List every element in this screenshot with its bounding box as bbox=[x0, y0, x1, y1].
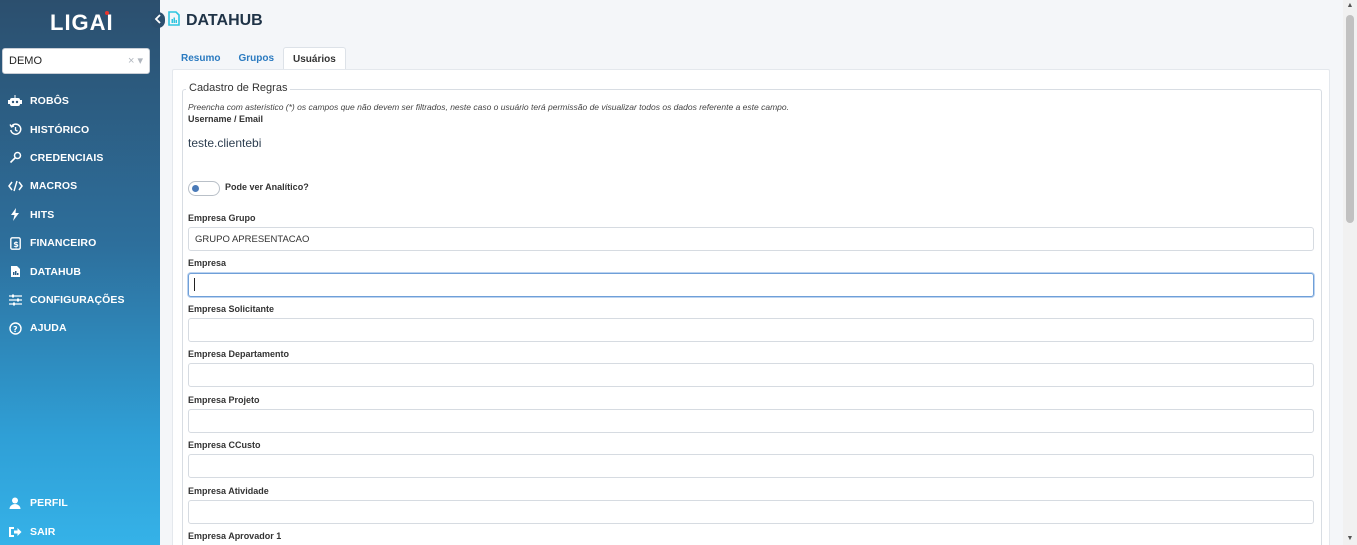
field-label: Empresa Departamento bbox=[188, 349, 290, 359]
scroll-thumb[interactable] bbox=[1346, 15, 1354, 223]
sidebar-item-financeiro[interactable]: $ FINANCEIRO bbox=[0, 229, 160, 257]
sidebar-item-perfil[interactable]: PERFIL bbox=[0, 489, 160, 517]
username-label: Username / Email bbox=[188, 114, 264, 124]
sidebar-item-robos[interactable]: ROBÔS bbox=[0, 87, 160, 115]
svg-text:?: ? bbox=[13, 325, 18, 334]
field-label: Empresa Aprovador 1 bbox=[188, 531, 282, 541]
sidebar-item-label: SAIR bbox=[30, 525, 56, 538]
sidebar-item-label: HISTÓRICO bbox=[30, 123, 90, 136]
empresa-input[interactable] bbox=[188, 273, 1314, 297]
organization-select-value: DEMO bbox=[9, 55, 42, 67]
username-value: teste.clientebi bbox=[188, 136, 262, 150]
content-card: Cadastro de Regras Preencha com asterist… bbox=[172, 69, 1330, 545]
sidebar-item-label: FINANCEIRO bbox=[30, 237, 97, 250]
sidebar-item-hits[interactable]: HITS bbox=[0, 201, 160, 229]
bolt-icon bbox=[5, 208, 25, 222]
page-title: DATAHUB bbox=[186, 12, 263, 29]
field-label: Empresa Atividade bbox=[188, 486, 269, 496]
sidebar-item-label: HITS bbox=[30, 208, 55, 221]
form-note: Preencha com asteristico (*) os campos q… bbox=[188, 102, 789, 112]
sidebar-item-label: PERFIL bbox=[30, 497, 68, 510]
sidebar-item-label: DATAHUB bbox=[30, 265, 82, 278]
tab-grupos[interactable]: Grupos bbox=[229, 47, 283, 70]
empresa-departamento-input[interactable] bbox=[188, 363, 1314, 387]
clear-icon[interactable]: × bbox=[128, 55, 134, 67]
text-caret bbox=[194, 278, 195, 291]
empresa-projeto-input[interactable] bbox=[188, 409, 1314, 433]
code-icon bbox=[5, 180, 25, 192]
sidebar-item-credenciais[interactable]: CREDENCIAIS bbox=[0, 144, 160, 172]
key-icon bbox=[5, 151, 25, 164]
field-label: Empresa Grupo bbox=[188, 213, 256, 223]
robot-icon bbox=[5, 95, 25, 107]
analytic-toggle-label: Pode ver Analítico? bbox=[225, 182, 309, 192]
history-icon bbox=[5, 123, 25, 136]
logout-icon bbox=[5, 526, 25, 538]
collapse-sidebar-button[interactable] bbox=[151, 12, 165, 28]
datahub-icon bbox=[168, 11, 180, 31]
sidebar-item-label: CONFIGURAÇÕES bbox=[30, 293, 125, 306]
help-icon: ? bbox=[5, 322, 25, 335]
fieldset-legend: Cadastro de Regras bbox=[186, 82, 291, 94]
sidebar-item-macros[interactable]: MACROS bbox=[0, 172, 160, 200]
empresa-ccusto-input[interactable] bbox=[188, 454, 1314, 478]
tab-bar: Resumo Grupos Usuários bbox=[172, 47, 346, 70]
organization-select[interactable]: DEMO × ▾ bbox=[2, 48, 150, 74]
tab-resumo[interactable]: Resumo bbox=[172, 47, 229, 70]
sidebar-item-configuracoes[interactable]: CONFIGURAÇÕES bbox=[0, 286, 160, 314]
svg-text:LIGAI: LIGAI bbox=[50, 10, 114, 34]
analytic-toggle[interactable] bbox=[188, 181, 220, 196]
chevron-down-icon[interactable]: ▾ bbox=[137, 55, 143, 67]
sidebar: LIGAI DEMO × ▾ ROBÔS HISTÓRICO CREDENCIA… bbox=[0, 0, 160, 545]
empresa-atividade-input[interactable] bbox=[188, 500, 1314, 524]
empresa-grupo-input[interactable]: GRUPO APRESENTACAO bbox=[188, 227, 1314, 251]
field-label: Empresa CCusto bbox=[188, 440, 261, 450]
sidebar-item-datahub[interactable]: DATAHUB bbox=[0, 257, 160, 285]
chevron-left-icon bbox=[154, 14, 161, 24]
svg-text:$: $ bbox=[13, 240, 19, 249]
money-icon: $ bbox=[5, 236, 25, 250]
sidebar-item-sair[interactable]: SAIR bbox=[0, 517, 160, 545]
sidebar-item-label: AJUDA bbox=[30, 322, 67, 335]
sidebar-item-label: MACROS bbox=[30, 180, 78, 193]
page-scrollbar[interactable]: ▲ ▼ bbox=[1343, 0, 1357, 545]
field-label: Empresa bbox=[188, 258, 227, 268]
sidebar-item-historico[interactable]: HISTÓRICO bbox=[0, 115, 160, 143]
scroll-down-icon[interactable]: ▼ bbox=[1343, 533, 1357, 545]
tab-usuarios[interactable]: Usuários bbox=[283, 47, 346, 70]
sidebar-item-ajuda[interactable]: ? AJUDA bbox=[0, 314, 160, 342]
datahub-icon bbox=[5, 265, 25, 278]
sidebar-item-label: ROBÔS bbox=[30, 95, 70, 108]
scroll-up-icon[interactable]: ▲ bbox=[1343, 0, 1357, 12]
field-label: Empresa Solicitante bbox=[188, 304, 275, 314]
sidebar-item-label: CREDENCIAIS bbox=[30, 151, 104, 164]
field-label: Empresa Projeto bbox=[188, 395, 260, 405]
empresa-solicitante-input[interactable] bbox=[188, 318, 1314, 342]
page-header: DATAHUB bbox=[168, 8, 263, 34]
sliders-icon bbox=[5, 294, 25, 306]
user-icon bbox=[5, 497, 25, 510]
brand-logo[interactable]: LIGAI bbox=[0, 8, 160, 39]
sidebar-nav: ROBÔS HISTÓRICO CREDENCIAIS MACROS HITS bbox=[0, 87, 160, 343]
sidebar-bottom-nav: PERFIL SAIR bbox=[0, 489, 160, 545]
